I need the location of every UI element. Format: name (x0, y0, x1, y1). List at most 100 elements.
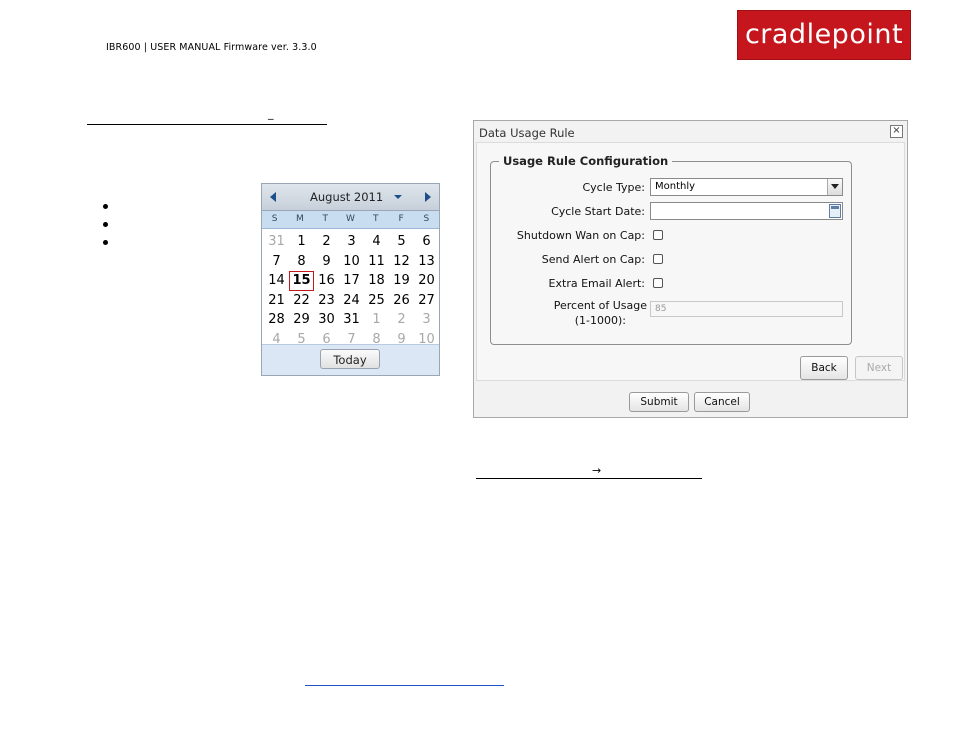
calendar-week-row: 28 29 30 31 1 2 3 (264, 310, 439, 330)
today-button[interactable]: Today (320, 349, 380, 369)
bullet-dot (103, 240, 108, 245)
cycle-type-value: Monthly (655, 181, 696, 192)
calendar-day-cell[interactable]: 2 (314, 232, 339, 252)
percent-usage-label-line2: (1-1000): (574, 314, 626, 327)
cycle-type-select[interactable]: Monthly (650, 178, 843, 196)
shutdown-wan-label: Shutdown Wan on Cap: (516, 229, 645, 242)
calendar-day-cell[interactable]: 7 (264, 252, 289, 272)
calendar-footer: Today (262, 344, 439, 375)
extra-email-checkbox[interactable] (653, 278, 663, 288)
cycle-type-row: Cycle Type: Monthly (491, 178, 853, 198)
calendar-week-row: 14 15 16 17 18 19 20 (264, 271, 439, 291)
calendar-day-cell[interactable]: 8 (289, 252, 314, 272)
calendar-day-cell[interactable]: 30 (314, 310, 339, 330)
weekday-label: S (271, 214, 278, 224)
calendar-day-cell[interactable]: 9 (314, 252, 339, 272)
calendar-day-cell[interactable]: 22 (289, 291, 314, 311)
percent-usage-label-line1: Percent of Usage (553, 299, 647, 312)
cycle-start-label: Cycle Start Date: (551, 205, 645, 218)
bullet-dot (103, 204, 108, 209)
calendar-day-cell[interactable]: 21 (264, 291, 289, 311)
calendar-day-cell[interactable]: 2 (389, 310, 414, 330)
calendar-day-cell[interactable]: 6 (414, 232, 439, 252)
extra-email-label: Extra Email Alert: (548, 277, 645, 290)
underscore-mark: _ (268, 107, 274, 120)
calendar-day-cell[interactable]: 12 (389, 252, 414, 272)
send-alert-label: Send Alert on Cap: (541, 253, 645, 266)
data-usage-rule-dialog: Data Usage Rule × Usage Rule Configurati… (473, 120, 908, 418)
calendar-day-cell[interactable]: 14 (264, 271, 289, 291)
next-button[interactable]: Next (855, 356, 903, 380)
chevron-down-icon[interactable] (827, 179, 842, 195)
cancel-button[interactable]: Cancel (694, 392, 750, 412)
close-icon[interactable]: × (890, 125, 903, 138)
cycle-start-date-input[interactable] (650, 202, 843, 220)
weekday-label: T (373, 214, 379, 224)
calendar-day-cell[interactable]: 18 (364, 271, 389, 291)
send-alert-checkbox[interactable] (653, 254, 663, 264)
calendar-week-row: 7 8 9 10 11 12 13 (264, 252, 439, 272)
dialog-title: Data Usage Rule (479, 126, 575, 140)
calendar-day-cell[interactable]: 17 (339, 271, 364, 291)
month-dropdown-icon[interactable] (394, 195, 402, 199)
hyperlink-underline[interactable] (305, 685, 504, 686)
calendar-icon[interactable] (829, 204, 841, 218)
shutdown-wan-checkbox[interactable] (653, 230, 663, 240)
calendar-header: August 2011 (262, 184, 439, 211)
weekday-label: T (322, 214, 328, 224)
percent-usage-row: Percent of Usage (1-1000): 85 (491, 299, 853, 331)
calendar-day-cell[interactable]: 19 (389, 271, 414, 291)
calendar-day-cell[interactable]: 1 (289, 232, 314, 252)
calendar-day-cell[interactable]: 27 (414, 291, 439, 311)
cradlepoint-logo: cradlepoint (737, 10, 911, 60)
calendar-day-cell[interactable]: 3 (414, 310, 439, 330)
next-month-arrow-icon[interactable] (417, 184, 437, 210)
dialog-body: Usage Rule Configuration Cycle Type: Mon… (476, 142, 905, 381)
weekday-label: S (423, 214, 430, 224)
calendar-day-cell[interactable]: 13 (414, 252, 439, 272)
calendar-day-cell[interactable]: 11 (364, 252, 389, 272)
calendar-week-row: 31 1 2 3 4 5 6 (264, 232, 439, 252)
cycle-start-row: Cycle Start Date: (491, 202, 853, 222)
calendar-day-cell[interactable]: 26 (389, 291, 414, 311)
weekday-label: F (398, 214, 404, 224)
calendar-day-cell[interactable]: 1 (364, 310, 389, 330)
percent-usage-label: Percent of Usage (1-1000): (554, 299, 647, 327)
bullet-dot (103, 222, 108, 227)
calendar-day-cell[interactable]: 25 (364, 291, 389, 311)
arrow-mark: → (592, 464, 602, 477)
calendar-day-cell[interactable]: 24 (339, 291, 364, 311)
calendar-month-label[interactable]: August 2011 (310, 190, 383, 204)
page-header-text: IBR600 | USER MANUAL Firmware ver. 3.3.0 (106, 42, 317, 53)
calendar-day-cell[interactable]: 28 (264, 310, 289, 330)
calendar-day-cell[interactable]: 3 (339, 232, 364, 252)
calendar-day-cell[interactable]: 15 (289, 271, 314, 291)
weekday-header-row: SMTWTFS (262, 211, 439, 229)
calendar-week-row: 21 22 23 24 25 26 27 (264, 291, 439, 311)
calendar-day-cell[interactable]: 31 (264, 232, 289, 252)
fieldset-legend: Usage Rule Configuration (499, 154, 673, 168)
calendar-day-cell[interactable]: 10 (339, 252, 364, 272)
submit-button[interactable]: Submit (629, 392, 689, 412)
extra-email-row: Extra Email Alert: (491, 274, 853, 294)
calendar-day-cell[interactable]: 20 (414, 271, 439, 291)
heading-underline-right (476, 478, 702, 479)
heading-underline-left (87, 124, 327, 125)
prev-month-arrow-icon[interactable] (264, 184, 284, 210)
shutdown-wan-row: Shutdown Wan on Cap: (491, 227, 853, 247)
send-alert-row: Send Alert on Cap: (491, 251, 853, 271)
calendar-day-cell[interactable]: 5 (389, 232, 414, 252)
calendar-day-cell[interactable]: 16 (314, 271, 339, 291)
calendar-day-cell[interactable]: 4 (364, 232, 389, 252)
usage-rule-fieldset: Usage Rule Configuration Cycle Type: Mon… (490, 154, 853, 345)
calendar-day-grid: 31 1 2 3 4 5 6 7 8 9 10 11 12 13 14 15 16 17 18 19 20 21 22 23 2… (262, 229, 439, 349)
calendar-day-cell[interactable]: 31 (339, 310, 364, 330)
calendar-day-cell[interactable]: 23 (314, 291, 339, 311)
calendar-day-cell[interactable]: 29 (289, 310, 314, 330)
date-picker-calendar: August 2011 SMTWTFS 31 1 2 3 4 5 6 7 8 9 10 11 12 13 1… (261, 183, 440, 376)
weekday-label: M (296, 214, 304, 224)
cycle-type-label: Cycle Type: (582, 181, 645, 194)
percent-usage-input[interactable]: 85 (650, 301, 843, 317)
back-button[interactable]: Back (800, 356, 848, 380)
weekday-label: W (346, 214, 355, 224)
